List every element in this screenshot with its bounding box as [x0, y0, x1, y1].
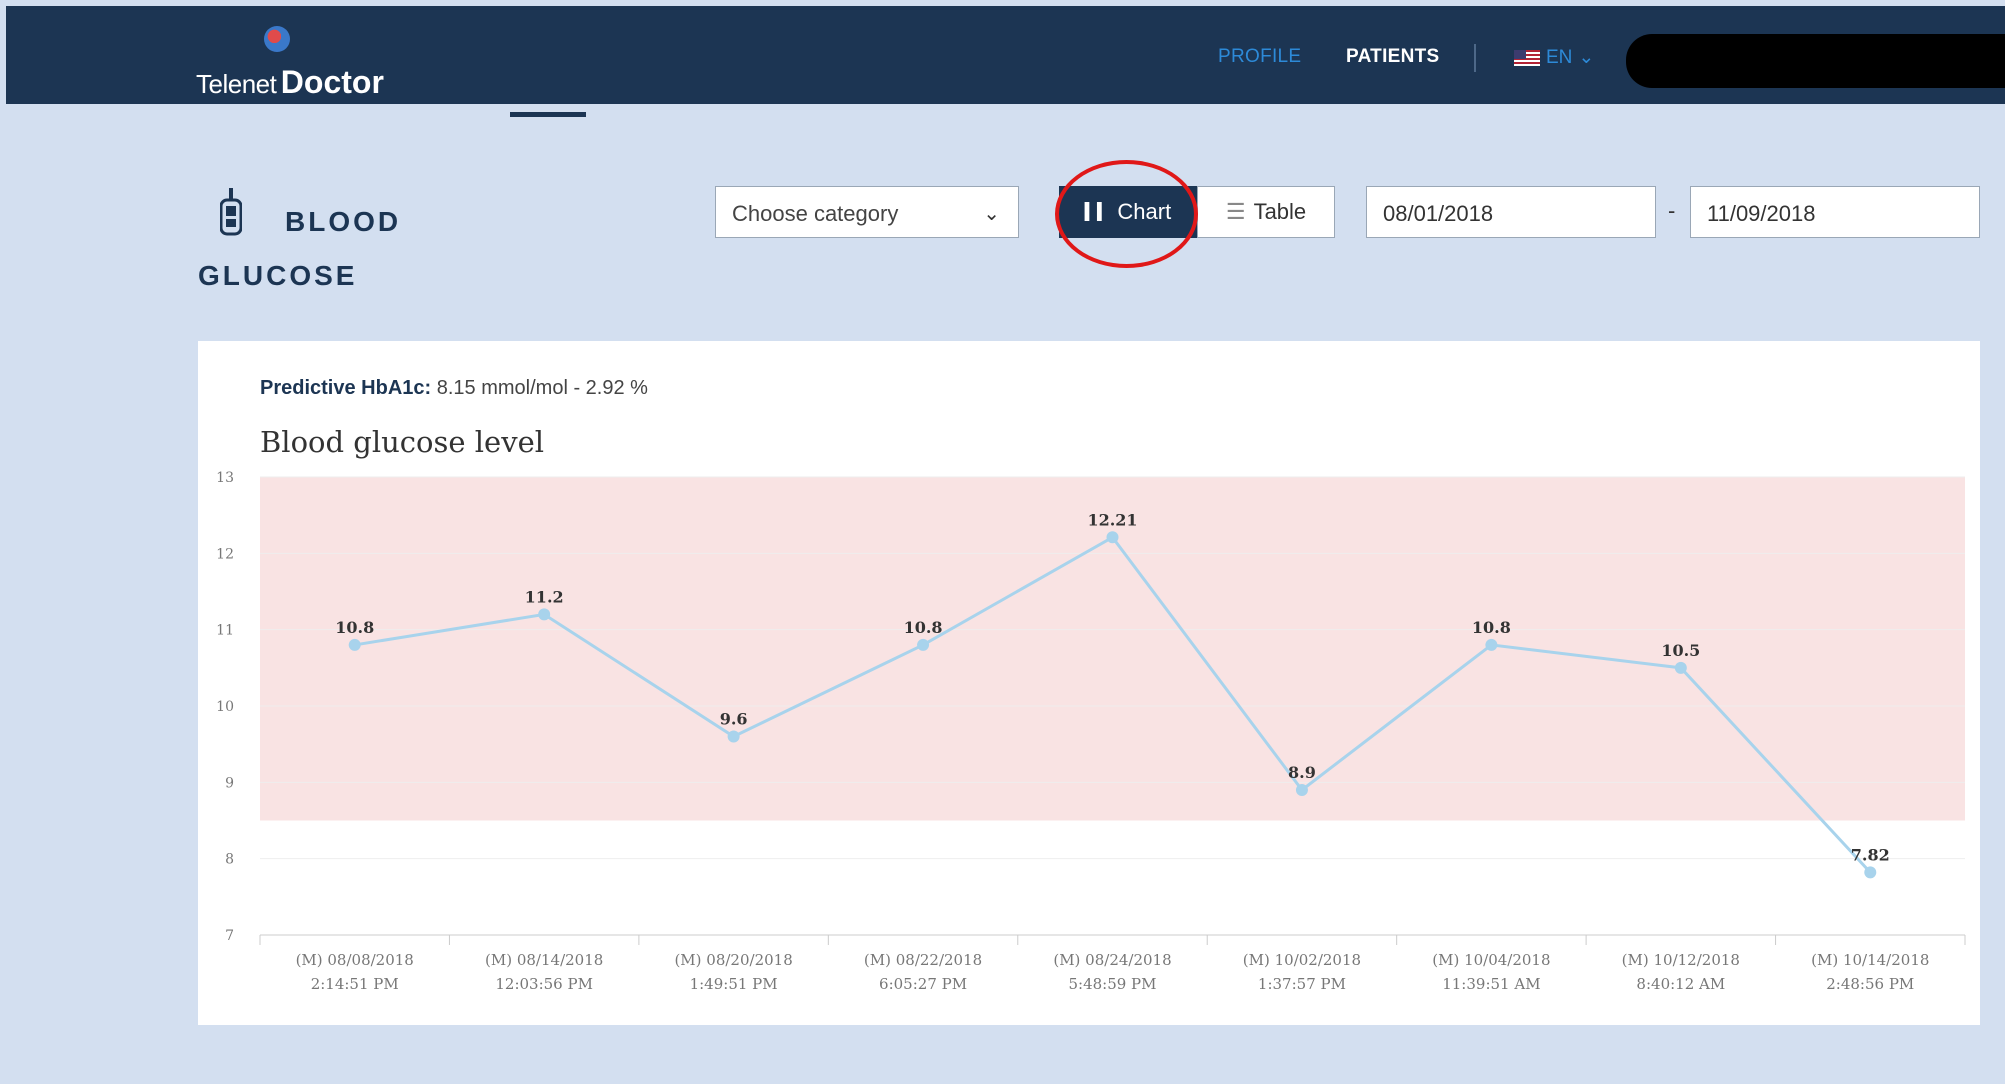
x-tick-label: (M) 10/02/2018	[1243, 951, 1361, 969]
y-tick-label: 11	[216, 623, 234, 639]
x-tick-label: (M) 08/20/2018	[674, 951, 792, 969]
x-tick-label: 2:14:51 PM	[311, 975, 399, 993]
data-point	[1295, 783, 1308, 796]
y-tick-label: 7	[225, 928, 234, 944]
y-tick-label: 8	[225, 852, 234, 868]
y-tick-label: 13	[216, 470, 234, 486]
blood-glucose-line-chart: 7 8 9 10 11 12 13 10.8 11.2 9.6 10.8 12.21 8.9 10.8 10…	[216, 470, 1966, 993]
data-point	[1485, 638, 1498, 651]
data-label: 8.9	[1288, 763, 1316, 782]
table-view-label: Table	[1253, 199, 1307, 224]
x-tick-label: (M) 10/04/2018	[1432, 951, 1550, 969]
chevron-down-icon: ⌄	[1578, 47, 1595, 68]
x-tick-label: (M) 10/12/2018	[1622, 951, 1740, 969]
x-tick-label: 5:48:59 PM	[1068, 975, 1156, 993]
chevron-down-icon: ⌄	[983, 203, 1000, 225]
chart-view-label: Chart	[1117, 199, 1172, 224]
y-tick-label: 12	[216, 546, 234, 562]
data-label: 10.5	[1661, 641, 1700, 660]
y-tick-label: 10	[216, 699, 234, 715]
nav-patients-link[interactable]: PATIENTS	[1346, 46, 1440, 68]
data-point	[917, 638, 930, 651]
nav-separator	[1474, 44, 1476, 72]
date-range-separator: -	[1668, 198, 1676, 223]
x-tick-label: (M) 08/08/2018	[296, 951, 414, 969]
redacted-user-area	[1626, 34, 2005, 88]
active-tab-indicator	[510, 112, 586, 117]
data-point	[348, 638, 361, 651]
glucose-meter-icon	[220, 188, 242, 236]
data-label: 11.2	[525, 587, 564, 606]
x-tick-label: (M) 08/22/2018	[864, 951, 982, 969]
x-tick-label: 2:48:56 PM	[1826, 975, 1914, 993]
chart-view-button[interactable]: ▍▍ Chart	[1059, 186, 1197, 238]
x-tick-label: 11:39:51 AM	[1442, 975, 1540, 993]
logo-text-doctor: Doctor	[280, 64, 384, 100]
data-point	[538, 608, 551, 621]
data-point	[727, 730, 740, 743]
list-icon: ☰	[1225, 199, 1246, 224]
bar-chart-icon: ▍▍	[1084, 204, 1110, 221]
date-to-input[interactable]: 11/09/2018	[1690, 186, 1980, 238]
category-select[interactable]: Choose category ⌄	[715, 186, 1019, 238]
data-point	[1674, 661, 1687, 674]
data-label: 12.21	[1087, 510, 1137, 529]
x-tick-label: (M) 10/14/2018	[1811, 951, 1929, 969]
us-flag-icon	[1514, 49, 1540, 66]
logo-text-telenet: Telenet	[196, 69, 277, 99]
page-title-line2: GLUCOSE	[198, 260, 358, 291]
data-label: 9.6	[720, 710, 748, 729]
page-title-line1: BLOOD	[285, 206, 402, 237]
category-select-placeholder: Choose category	[732, 201, 899, 226]
globe-icon	[264, 26, 290, 52]
data-label: 10.8	[1472, 618, 1511, 637]
top-navbar: Telenet Doctor PROFILE PATIENTS EN ⌄	[6, 6, 2005, 104]
table-view-button[interactable]: ☰ Table	[1197, 186, 1335, 238]
x-tick-label: (M) 08/14/2018	[485, 951, 603, 969]
nav-profile-link[interactable]: PROFILE	[1218, 46, 1301, 68]
data-label: 10.8	[904, 618, 943, 637]
date-from-value: 08/01/2018	[1383, 201, 1494, 226]
x-tick-label: 12:03:56 PM	[495, 975, 593, 993]
x-tick-label: (M) 08/24/2018	[1053, 951, 1171, 969]
date-from-input[interactable]: 08/01/2018	[1366, 186, 1656, 238]
x-tick-label: 8:40:12 AM	[1636, 975, 1725, 993]
language-selector[interactable]: EN ⌄	[1514, 46, 1594, 69]
language-label: EN	[1546, 46, 1573, 68]
x-tick-label: 6:05:27 PM	[879, 975, 967, 993]
data-label: 10.8	[335, 618, 374, 637]
y-tick-label: 9	[225, 775, 234, 791]
date-to-value: 11/09/2018	[1707, 201, 1816, 226]
data-point	[1864, 866, 1877, 879]
data-point	[1106, 531, 1119, 544]
x-tick-label: 1:37:57 PM	[1258, 975, 1346, 993]
data-label: 7.82	[1851, 845, 1890, 864]
x-tick-label: 1:49:51 PM	[690, 975, 778, 993]
chart-card: Predictive HbA1c: 8.15 mmol/mol - 2.92 %…	[198, 341, 1980, 1025]
